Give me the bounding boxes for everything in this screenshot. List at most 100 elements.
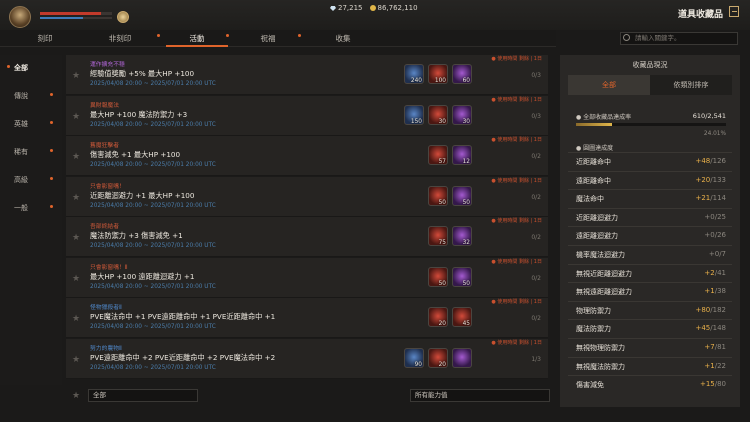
collection-item-slot[interactable]: 32 xyxy=(452,226,472,246)
stat-value: +20/133 xyxy=(695,176,726,184)
stat-name: 魔法防禦力 xyxy=(576,325,611,334)
collection-item-slot[interactable]: 240 xyxy=(404,64,424,84)
stat-value: +21/114 xyxy=(695,194,726,202)
favorite-star-icon[interactable]: ★ xyxy=(72,314,80,324)
stat-gain: +21 xyxy=(695,194,711,203)
progress-label: ● 全部收藏品達成率 xyxy=(576,114,632,121)
stat-total: /133 xyxy=(710,175,726,184)
sidebar-item-legend[interactable]: 傳說 xyxy=(14,91,28,101)
entry-progress: 0/2 xyxy=(531,274,541,282)
sidebar-item-common[interactable]: 一般 xyxy=(14,203,28,213)
list-item[interactable]: ★ 只會影窗嘴！Ⅱ 最大HP +100 遠距離迴避力 +1 2025/04/08 20… xyxy=(66,257,548,298)
collection-item-slot[interactable]: 45 xyxy=(452,307,472,327)
avatar[interactable] xyxy=(9,6,31,28)
sidebar-item-advanced[interactable]: 高級 xyxy=(14,175,28,185)
favorite-filter-icon[interactable]: ★ xyxy=(72,391,80,401)
progress-fill xyxy=(576,123,612,126)
notification-dot xyxy=(7,65,10,68)
list-item[interactable]: ★ 舊魔狂擊者 傷害減免 +1 最大HP +100 2025/04/08 20:00 … xyxy=(66,136,548,176)
search-input[interactable]: 請輸入關鍵字。 xyxy=(620,32,738,45)
list-item[interactable]: ★ 運作擴充不穩 經驗值獎勵 +5% 最大HP +100 2025/04/08 20:… xyxy=(66,55,548,95)
entry-time-limit: ● 使用時間 剩餘 | 1日 xyxy=(491,177,542,184)
collection-item-slot[interactable]: 30 xyxy=(452,104,472,125)
entry-effect: 魔法防禦力 +3 傷害減免 +1 xyxy=(90,231,183,240)
collection-item-slot[interactable]: 50 xyxy=(452,185,472,206)
favorite-star-icon[interactable]: ★ xyxy=(72,193,80,203)
entry-progress: 0/2 xyxy=(531,193,541,201)
collection-item-slot[interactable]: 12 xyxy=(452,145,472,165)
list-item[interactable]: ★ 只會影窗嘴！ 近距離迴避力 +1 最大HP +100 2025/04/08 20:… xyxy=(66,176,548,217)
item-count: 57 xyxy=(438,159,446,165)
panel-tabs: 全部 依類別排序 xyxy=(568,75,732,95)
emblem-icon[interactable] xyxy=(117,11,129,23)
collection-item-slot[interactable]: 50 xyxy=(428,266,448,287)
tab-collect[interactable]: 收集 xyxy=(312,30,374,47)
collection-item-slot[interactable]: 150 xyxy=(404,104,424,125)
entry-effect: 近距離迴避力 +1 最大HP +100 xyxy=(90,190,195,200)
grade-filter-select[interactable]: 全部 xyxy=(88,389,198,402)
stat-value: +0/26 xyxy=(704,231,726,239)
stat-total: /148 xyxy=(710,324,726,333)
stat-name: 遠距離迴避力 xyxy=(576,232,618,241)
item-count: 50 xyxy=(438,280,446,287)
favorite-star-icon[interactable]: ★ xyxy=(72,71,80,81)
favorite-star-icon[interactable]: ★ xyxy=(72,112,80,122)
collection-item-slot[interactable]: 50 xyxy=(428,185,448,206)
notification-dot xyxy=(298,34,301,37)
exit-icon[interactable] xyxy=(729,6,739,17)
tab-non-engraved[interactable]: 非刻印 xyxy=(86,30,154,47)
gem-icon xyxy=(330,6,336,11)
collection-item-slot[interactable]: 75 xyxy=(428,226,448,246)
sidebar: 全部 傳說 英雄 稀有 高級 一般 xyxy=(0,55,62,385)
panel-tab-all[interactable]: 全部 xyxy=(568,75,650,95)
entry-progress: 0/3 xyxy=(531,112,541,120)
list-item[interactable]: ★ 努力的農物Ⅱ PVE遠距離命中 +2 PVE近距離命中 +2 PVE魔法命中 +… xyxy=(66,338,548,379)
tab-blessing[interactable]: 祝福 xyxy=(238,30,298,47)
collection-item-slot[interactable]: 20 xyxy=(428,347,448,368)
collection-item-slot[interactable]: 20 xyxy=(428,307,448,327)
entry-time-limit: ● 使用時間 剩餘 | 1日 xyxy=(491,218,542,224)
stat-divider xyxy=(568,282,732,284)
list-item[interactable]: ★ 異財報魔法 最大HP +100 魔法防禦力 +3 2025/04/08 20:00… xyxy=(66,95,548,136)
stat-name: 近距離命中 xyxy=(576,158,611,166)
stat-value: +0/7 xyxy=(709,250,726,258)
favorite-star-icon[interactable]: ★ xyxy=(72,233,80,243)
collection-item-slot[interactable]: 50 xyxy=(452,266,472,287)
stat-gain: +48 xyxy=(695,157,711,165)
collection-item-slot[interactable]: 30 xyxy=(428,104,448,125)
collection-item-slot[interactable]: 90 xyxy=(404,347,424,368)
stat-total: /126 xyxy=(710,157,726,165)
panel-tab-by-category[interactable]: 依類別排序 xyxy=(650,75,732,95)
favorite-star-icon[interactable]: ★ xyxy=(72,152,80,162)
stat-gain: +2 xyxy=(704,268,715,277)
favorite-star-icon[interactable]: ★ xyxy=(72,274,80,284)
stat-gain: +0 xyxy=(704,231,715,240)
stat-divider xyxy=(568,319,732,321)
item-count: 75 xyxy=(438,240,446,246)
stat-divider xyxy=(568,226,732,228)
collection-item-slot[interactable]: 60 xyxy=(452,64,472,84)
collection-item-slot[interactable]: 100 xyxy=(428,64,448,84)
entry-time-limit: ● 使用時間 剩餘 | 1日 xyxy=(491,137,542,143)
gold-coin-icon xyxy=(369,5,376,11)
collection-item-slot[interactable]: 57 xyxy=(428,145,448,165)
list-item[interactable]: ★ 吾部終結者 魔法防禦力 +3 傷害減免 +1 2025/04/08 20:00 ~… xyxy=(66,217,548,257)
entry-time-limit: ● 使用時間 剩餘 | 1日 xyxy=(491,339,542,346)
entry-progress: 0/3 xyxy=(531,72,541,79)
collection-item-slot[interactable] xyxy=(452,347,472,368)
sidebar-item-hero[interactable]: 英雄 xyxy=(14,119,28,129)
tab-bar: 刻印 非刻印 活動 祝福 收集 xyxy=(0,30,556,47)
favorite-star-icon[interactable]: ★ xyxy=(72,355,80,365)
entry-effect: PVE魔法命中 +1 PVE遠距離命中 +1 PVE近距離命中 +1 xyxy=(90,312,276,321)
stat-filter-select[interactable]: 所有能力值 xyxy=(410,389,550,402)
mp-bar xyxy=(40,17,112,19)
sidebar-item-all[interactable]: 全部 xyxy=(14,63,28,73)
item-count: 50 xyxy=(462,199,470,206)
stat-divider xyxy=(568,300,732,302)
stat-total: /41 xyxy=(714,268,726,277)
list-item[interactable]: ★ 怪物獵殺者Ⅱ PVE魔法命中 +1 PVE遠距離命中 +1 PVE近距離命中 +… xyxy=(66,298,548,338)
stat-name: 無視魔法防禦力 xyxy=(576,362,625,371)
sidebar-item-rare[interactable]: 稀有 xyxy=(14,147,28,157)
tab-engraved[interactable]: 刻印 xyxy=(14,30,76,47)
tab-event[interactable]: 活動 xyxy=(166,30,228,47)
